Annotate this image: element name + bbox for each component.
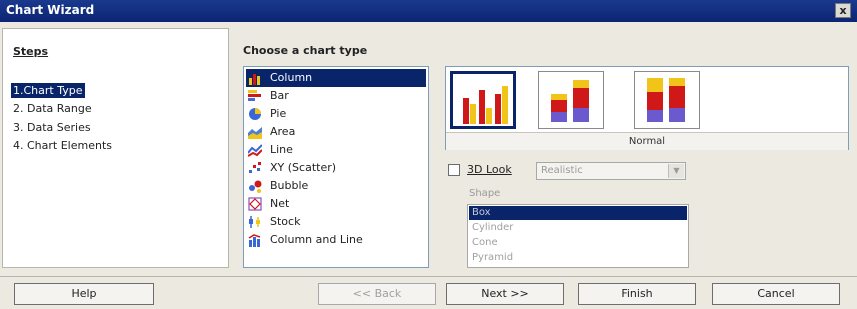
step-chart-type[interactable]: 1.Chart Type xyxy=(11,83,85,98)
help-button[interactable]: Help xyxy=(14,283,154,305)
area-chart-icon xyxy=(248,127,262,139)
look-3d-checkbox[interactable] xyxy=(448,164,460,176)
chart-type-line[interactable]: Line xyxy=(246,141,426,159)
column-normal-icon xyxy=(463,86,508,124)
bar-chart-icon xyxy=(248,90,261,101)
column-chart-icon xyxy=(249,74,260,85)
chart-type-pie[interactable]: Pie xyxy=(246,105,426,123)
chart-type-label: Column and Line xyxy=(270,233,363,246)
chart-type-label: XY (Scatter) xyxy=(270,161,337,174)
chart-type-area[interactable]: Area xyxy=(246,123,426,141)
chart-type-list[interactable]: Column Bar Pie Area Line XY (Scatter) Bu… xyxy=(243,66,429,268)
bubble-chart-icon xyxy=(249,180,262,193)
back-button[interactable]: << Back xyxy=(318,283,436,305)
cancel-button[interactable]: Cancel xyxy=(712,283,840,305)
steps-panel: Steps 1.Chart Type 2. Data Range 3. Data… xyxy=(2,28,229,268)
chart-type-label: Net xyxy=(270,197,290,210)
chart-type-label: Line xyxy=(270,143,293,156)
step-data-range[interactable]: 2. Data Range xyxy=(11,101,94,116)
title-bar: Chart Wizard x xyxy=(0,0,857,22)
chart-type-label: Bubble xyxy=(270,179,309,192)
variant-percent-stacked[interactable] xyxy=(634,71,700,129)
net-chart-icon xyxy=(248,197,262,211)
chart-type-scatter[interactable]: XY (Scatter) xyxy=(246,159,426,177)
chart-type-label: Column xyxy=(270,71,313,84)
steps-title: Steps xyxy=(13,45,49,58)
look-style-dropdown[interactable]: Realistic ▼ xyxy=(536,162,686,180)
look-3d-label: 3D Look xyxy=(467,163,512,176)
chevron-down-icon: ▼ xyxy=(668,164,684,178)
stock-chart-icon xyxy=(249,216,260,228)
shape-item-cylinder[interactable]: Cylinder xyxy=(469,221,687,235)
finish-button[interactable]: Finish xyxy=(578,283,696,305)
choose-chart-type-title: Choose a chart type xyxy=(243,44,368,57)
variant-label: Normal xyxy=(446,132,848,150)
step-chart-elements[interactable]: 4. Chart Elements xyxy=(11,138,114,153)
line-chart-icon xyxy=(248,144,262,157)
chart-type-stock[interactable]: Stock xyxy=(246,213,426,231)
shape-list[interactable]: Box Cylinder Cone Pyramid xyxy=(467,204,689,268)
chart-type-net[interactable]: Net xyxy=(246,195,426,213)
shape-label: Shape xyxy=(469,188,501,199)
shape-item-box[interactable]: Box xyxy=(469,206,687,220)
column-percent-stacked-icon xyxy=(647,78,685,122)
column-line-chart-icon xyxy=(248,234,261,247)
column-stacked-icon xyxy=(551,80,589,122)
chart-type-bubble[interactable]: Bubble xyxy=(246,177,426,195)
shape-item-pyramid[interactable]: Pyramid xyxy=(469,251,687,265)
chart-type-bar[interactable]: Bar xyxy=(246,87,426,105)
chart-type-label: Bar xyxy=(270,89,289,102)
window-title: Chart Wizard xyxy=(6,3,95,17)
chart-variant-panel: Normal xyxy=(445,66,849,150)
next-button[interactable]: Next >> xyxy=(446,283,564,305)
variant-stacked[interactable] xyxy=(538,71,604,129)
chart-type-label: Pie xyxy=(270,107,287,120)
look-style-value: Realistic xyxy=(541,165,583,176)
chart-type-column[interactable]: Column xyxy=(246,69,426,87)
chart-type-label: Area xyxy=(270,125,296,138)
button-separator xyxy=(0,276,857,277)
chart-type-column-and-line[interactable]: Column and Line xyxy=(246,231,426,249)
chart-type-label: Stock xyxy=(270,215,301,228)
close-button[interactable]: x xyxy=(835,3,851,18)
pie-chart-icon xyxy=(249,108,261,120)
scatter-chart-icon xyxy=(249,162,261,173)
step-data-series[interactable]: 3. Data Series xyxy=(11,120,93,135)
shape-item-cone[interactable]: Cone xyxy=(469,236,687,250)
variant-normal[interactable] xyxy=(450,71,516,129)
